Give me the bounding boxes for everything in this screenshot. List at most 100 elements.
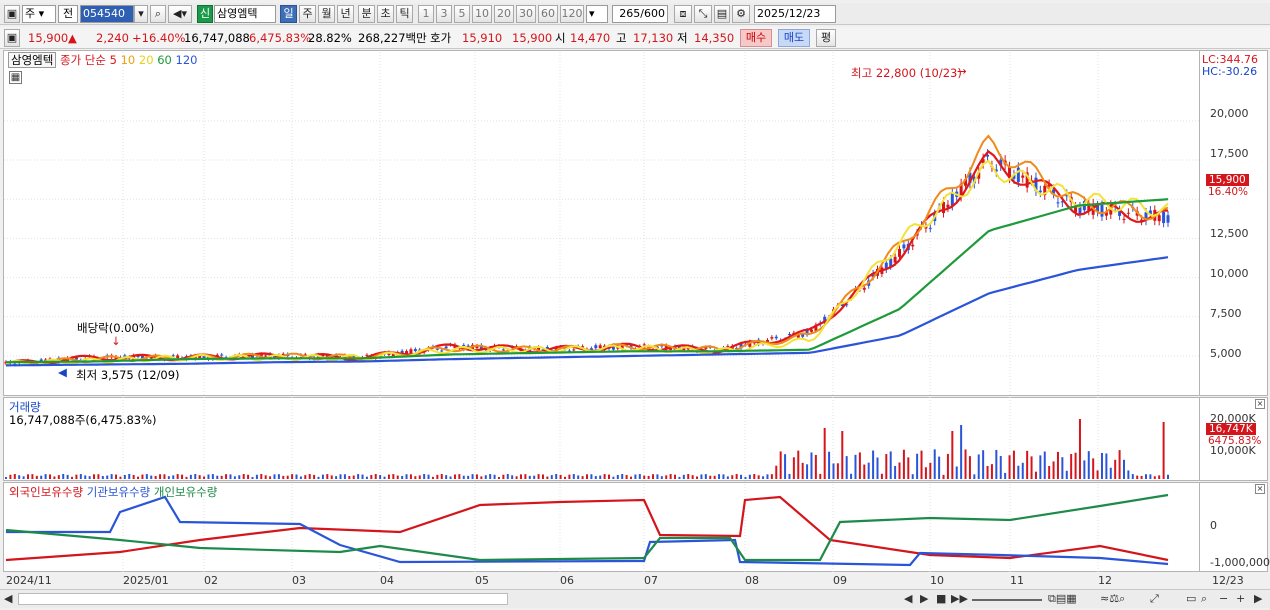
inst-holdings-label[interactable]: 기관보유수량 [87, 485, 150, 499]
period-year-button[interactable]: 년 [337, 5, 354, 23]
minute-20-button[interactable]: 20 [494, 5, 514, 23]
bottom-scroll-bar: ◀ ◀ ▶ ■ ▶▶ ⧉▤▦ ≈⚖⌕ ⤢ ▭ ⌕ − + ▶ [0, 589, 1270, 608]
bar-count-total: /600 [640, 7, 665, 20]
play-icon[interactable]: ▶ [920, 592, 928, 605]
y-tick-7500: 7,500 [1210, 307, 1242, 320]
minute-60-button[interactable]: 60 [538, 5, 558, 23]
high-annotation: 최고 22,800 (10/23) [851, 66, 962, 80]
y-tick-10000: 10,000 [1210, 267, 1249, 280]
scroll-right-icon[interactable]: ▶ [1254, 592, 1262, 605]
x-tick-2024-11: 2024/11 [6, 574, 52, 587]
scope-select[interactable]: 전 [58, 5, 78, 23]
price-y-axis [1200, 50, 1268, 396]
minute-3-button[interactable]: 3 [436, 5, 452, 23]
fast-forward-icon[interactable]: ▶▶ [951, 592, 968, 605]
bid-label: 호가 [430, 31, 452, 45]
grid-table-icon[interactable]: ▦ [9, 71, 22, 84]
zoom-out-icon[interactable]: − [1219, 592, 1228, 605]
stock-name-field[interactable]: 삼영엠텍 [214, 5, 276, 23]
stock-name-label[interactable]: 삼영엠텍 [8, 52, 57, 68]
x-tick-02: 02 [204, 574, 218, 587]
draw-tool-icon[interactable]: ⤡ [694, 5, 712, 23]
speed-slider[interactable] [972, 599, 1042, 601]
minute-30-button[interactable]: 30 [516, 5, 536, 23]
scope-value: 전 [62, 7, 74, 20]
x-tick-12-23: 12/23 [1212, 574, 1244, 587]
volume-value: 16,747,088 [184, 31, 250, 45]
expand-icon[interactable]: ▣ [4, 29, 20, 47]
y-tick-20000: 20,000 [1210, 107, 1249, 120]
indiv-holdings-label[interactable]: 개인보유수량 [154, 485, 217, 499]
window-icon[interactable]: ▣ [4, 5, 20, 23]
ma-label[interactable]: 종가 단순 [60, 53, 106, 67]
current-pct-tag: 16.40% [1208, 186, 1249, 198]
holdings-close-icon[interactable]: × [1255, 484, 1265, 494]
play-back-icon[interactable]: ◀ [904, 592, 912, 605]
foreign-holdings-label[interactable]: 외국인보유수량 [9, 485, 83, 499]
x-tick-05: 05 [475, 574, 489, 587]
holdings-legend: 외국인보유수량 기관보유수량 개인보유수량 [9, 484, 217, 500]
volume-panel [3, 397, 1200, 481]
market-select[interactable]: 주 ▾ [22, 5, 56, 23]
zoom-in-icon[interactable]: + [1236, 592, 1245, 605]
volume-pct-tag: 6475.83% [1208, 435, 1262, 447]
ma-5-label[interactable]: 5 [110, 53, 117, 67]
period-day-button[interactable]: 일 [280, 5, 297, 23]
quote-bar: ▣ 15,900 ▲ 2,240 +16.40% 16,747,088 6,47… [0, 27, 1270, 49]
minute-1-button[interactable]: 1 [418, 5, 434, 23]
y-tick-17500: 17,500 [1210, 147, 1249, 160]
layout-icon[interactable]: ⧉▤▦ [1048, 592, 1077, 606]
ma-120-label[interactable]: 120 [176, 53, 198, 67]
period-month-button[interactable]: 월 [318, 5, 335, 23]
minute-120-button[interactable]: 120 [560, 5, 584, 23]
minute-10-button[interactable]: 10 [472, 5, 492, 23]
period-week-button[interactable]: 주 [299, 5, 316, 23]
stock-code-input[interactable]: 054540 [80, 5, 134, 23]
avg-button[interactable]: 평 [816, 29, 836, 47]
high-price: 17,130 [633, 31, 674, 45]
ma-10-label[interactable]: 10 [121, 53, 136, 67]
ma-20-label[interactable]: 20 [139, 53, 154, 67]
code-dropdown-icon[interactable]: ▾ [134, 5, 148, 23]
x-tick-06: 06 [560, 574, 574, 587]
buy-button[interactable]: 매수 [740, 29, 772, 47]
stop-icon[interactable]: ■ [936, 592, 946, 605]
chart-type-icon[interactable]: ⤢ [1150, 592, 1159, 606]
sell-button[interactable]: 매도 [778, 29, 810, 47]
save-icon[interactable]: ▤ [714, 5, 730, 23]
market-value: 주 [25, 7, 36, 20]
bar-count-field[interactable]: 265/600 [612, 5, 668, 23]
sound-icon[interactable]: ◀▾ [168, 5, 192, 23]
period-minute-button[interactable]: 분 [358, 5, 375, 23]
price-legend: 삼영엠텍 종가 단순 5 10 20 60 120 [8, 52, 197, 68]
tools-icon[interactable]: ≈⚖⌕ [1100, 592, 1125, 606]
up-arrow-icon: ▲ [68, 31, 77, 45]
window-mode-icon[interactable]: ▭ [1186, 592, 1196, 605]
search-icon[interactable]: ⌕ [150, 5, 166, 23]
volume-pct: 6,475.83% [249, 31, 312, 45]
period-tick-button[interactable]: 틱 [396, 5, 413, 23]
ask-price: 15,900 [512, 31, 553, 45]
x-tick-11: 11 [1010, 574, 1024, 587]
high-arrow-icon: → [957, 64, 967, 78]
date-field[interactable]: 2025/12/23 [754, 5, 836, 23]
hold-tick-0: 0 [1210, 519, 1217, 532]
period-second-button[interactable]: 초 [377, 5, 394, 23]
minute-5-button[interactable]: 5 [454, 5, 470, 23]
x-tick-10: 10 [930, 574, 944, 587]
scroll-track[interactable] [18, 593, 508, 605]
volume-close-icon[interactable]: × [1255, 399, 1265, 409]
turnover-rate: 28.82% [308, 31, 352, 45]
price-change-pct: +16.40% [132, 31, 186, 45]
volume-summary: 16,747,088주(6,475.83%) [9, 413, 157, 427]
dividend-arrow-icon: ↓ [111, 334, 121, 348]
open-price: 14,470 [570, 31, 611, 45]
zoom-icon[interactable]: ⌕ [1201, 592, 1207, 606]
ma-60-label[interactable]: 60 [157, 53, 172, 67]
price-change: 2,240 [96, 31, 129, 45]
x-tick-07: 07 [644, 574, 658, 587]
custom-period-select[interactable]: ▾ [586, 5, 608, 23]
candle-type-icon[interactable]: ⧈ [674, 5, 692, 23]
scroll-left-icon[interactable]: ◀ [4, 592, 12, 605]
gear-icon[interactable]: ⚙ [732, 5, 750, 23]
